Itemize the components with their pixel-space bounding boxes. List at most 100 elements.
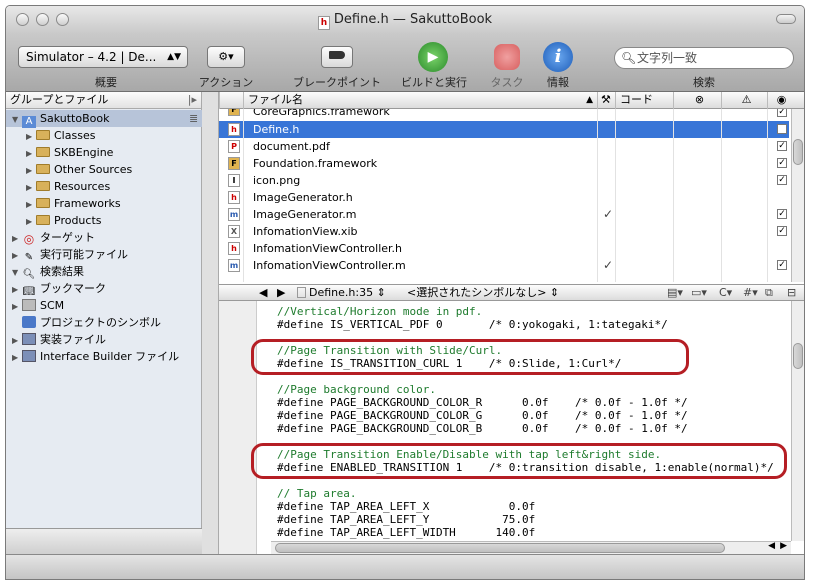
counterpart-menu-icon[interactable]: C▾ [719, 285, 732, 300]
splitter[interactable] [202, 92, 219, 554]
sidebar-item-label: ブックマーク [40, 282, 106, 295]
column-build[interactable]: ⚒ [597, 92, 615, 109]
file-row[interactable]: F Foundation.framework ✓ [219, 155, 789, 172]
tasks-label: タスク [490, 76, 524, 89]
symbol-popup[interactable]: <選択されたシンボルなし> ⇕ [407, 285, 559, 300]
tasks-stop-button[interactable] [494, 44, 520, 70]
sidebar-item-bookmarks[interactable]: ▶ 📖︎ ブックマーク [12, 280, 106, 297]
file-row[interactable]: X InfomationView.xib ✓ [219, 223, 789, 240]
sidebar-item-label: 検索結果 [40, 265, 84, 278]
sidebar-item-project[interactable]: ▼ A SakuttoBook ≣ [6, 110, 202, 128]
sidebar-item-interface-builder-files[interactable]: ▶ Interface Builder ファイル [12, 348, 179, 365]
target-checkbox[interactable]: ✓ [777, 158, 787, 168]
sidebar-item-executables[interactable]: ▶ ✎ 実行可能ファイル [12, 246, 128, 263]
column-errors[interactable]: ⊗ [673, 92, 721, 109]
sidebar-item-resources[interactable]: ▶ Resources [26, 178, 110, 195]
sidebar-item-other-sources[interactable]: ▶ Other Sources [26, 161, 132, 178]
action-button[interactable]: ⚙▾ [207, 46, 245, 68]
smart-group-icon [22, 350, 36, 362]
column-divider [597, 109, 598, 282]
sidebar-item-skbengine[interactable]: ▶ SKBEngine [26, 144, 113, 161]
header-file-icon [297, 287, 306, 298]
sidebar-item-label: 実装ファイル [40, 333, 106, 346]
code-line: #define IS_VERTICAL_PDF 0 /* 0:yokogaki,… [277, 318, 668, 331]
sidebar-item-scm[interactable]: ▶ SCM [12, 297, 64, 314]
file-name: ImageGenerator.m [253, 208, 357, 221]
file-row[interactable]: Iicon.png ✓ [219, 172, 789, 189]
bookmarks-menu-icon[interactable]: ▤▾ [667, 285, 683, 300]
sidebar-item-classes[interactable]: ▶ Classes [26, 127, 95, 144]
column-target[interactable]: ◉ [767, 92, 791, 109]
split-editor-icon[interactable]: ⧉ [765, 285, 773, 300]
list-icon: ≣ [189, 112, 199, 125]
breakpoint-arrow-icon [329, 51, 345, 59]
sidebar-item-label: Classes [54, 129, 96, 142]
folder-icon [36, 164, 50, 174]
scroll-right-icon[interactable]: ▶ [780, 541, 787, 551]
search-placeholder: 文字列一致 [637, 51, 698, 65]
sort-ascending-icon: ▲ [586, 95, 593, 105]
sidebar-item-label: Products [54, 214, 102, 227]
editor-vertical-scrollbar[interactable] [791, 301, 804, 541]
sidebar-item-find-results[interactable]: ▼ 🔍︎ 検索結果 [12, 263, 84, 280]
file-row[interactable]: Pdocument.pdf ✓ [219, 138, 789, 155]
sidebar-item-products[interactable]: ▶ Products [26, 212, 102, 229]
file-name: InfomationView.xib [253, 225, 358, 238]
breakpoints-menu-icon[interactable]: ▭▾ [691, 285, 707, 300]
sidebar-item-implementation-files[interactable]: ▶ 実装ファイル [12, 331, 106, 348]
back-arrow-icon[interactable]: ◀ [259, 285, 267, 300]
scroll-thumb[interactable] [793, 343, 803, 369]
info-button[interactable]: i [543, 42, 573, 72]
split-handle-icon[interactable]: |▸ [188, 92, 197, 108]
sidebar-item-label: Frameworks [54, 197, 121, 210]
code-editor[interactable]: //Vertical/Horizon mode in pdf. #define … [219, 301, 804, 554]
target-checkbox[interactable]: ✓ [777, 209, 787, 219]
forward-arrow-icon[interactable]: ▶ [277, 285, 285, 300]
disclosure-closed-icon: ▶ [26, 183, 33, 192]
disclosure-closed-icon: ▶ [12, 234, 19, 243]
scheme-popup[interactable]: Simulator – 4.2 | De... ▲▼ [18, 46, 188, 68]
file-row[interactable]: F CoreGraphics.framework ✓ [219, 109, 789, 121]
target-checkbox[interactable]: ✓ [777, 109, 787, 117]
file-name: CoreGraphics.framework [253, 109, 390, 118]
file-row[interactable]: h ImageGenerator.h [219, 189, 789, 206]
target-checkbox[interactable]: ✓ [777, 175, 787, 185]
include-menu[interactable]: #▾ [743, 285, 758, 300]
file-row[interactable]: m InfomationViewController.m ✓ ✓ [219, 257, 789, 274]
scroll-thumb[interactable] [793, 139, 803, 165]
sidebar-item-frameworks[interactable]: ▶ Frameworks [26, 195, 121, 212]
column-filename[interactable]: ファイル名 ▲ [243, 92, 597, 109]
toolbar-toggle-button[interactable] [776, 14, 796, 24]
target-checkbox[interactable]: ✓ [777, 260, 787, 270]
target-checkbox[interactable] [777, 124, 787, 134]
disclosure-closed-icon: ▶ [26, 132, 33, 141]
code-line: #define PAGE_BACKGROUND_COLOR_G 0.0f /* … [277, 409, 688, 422]
scroll-thumb[interactable] [275, 543, 725, 553]
file-row[interactable]: h InfomationViewController.h [219, 240, 789, 257]
lock-icon[interactable]: ⊟ [787, 285, 796, 300]
scroll-left-icon[interactable]: ◀ [768, 541, 775, 551]
file-list-scrollbar[interactable] [791, 109, 804, 282]
editor-gutter[interactable] [219, 301, 257, 554]
editor-horizontal-scrollbar[interactable]: ◀ ▶ [271, 541, 791, 554]
column-icon[interactable] [219, 92, 243, 109]
breakpoints-button[interactable] [321, 46, 353, 68]
sidebar-item-targets[interactable]: ▶ ◎ ターゲット [12, 229, 95, 246]
breakpoints-label: ブレークポイント [293, 76, 381, 89]
target-checkbox[interactable]: ✓ [777, 226, 787, 236]
folder-icon [36, 215, 50, 225]
column-code[interactable]: コード [615, 92, 673, 109]
build-and-run-label: ビルドと実行 [401, 76, 467, 89]
sidebar-item-project-symbols[interactable]: プロジェクトのシンボル [22, 314, 161, 331]
groups-and-files-sidebar: グループとファイル |▸ ▼ A SakuttoBook ≣ ▶ Classes ▶ SKB… [6, 92, 202, 554]
sidebar-item-label: Interface Builder ファイル [40, 350, 180, 363]
column-warnings[interactable]: ⚠ [721, 92, 767, 109]
target-checkbox[interactable]: ✓ [777, 141, 787, 151]
xib-file-icon: X [228, 225, 240, 238]
build-and-run-button[interactable]: ▶ [418, 42, 448, 72]
search-field[interactable]: 🔍︎ 文字列一致 [614, 47, 794, 69]
file-row[interactable]: m ImageGenerator.m ✓ ✓ [219, 206, 789, 223]
file-row-selected[interactable]: h Define.h [219, 121, 789, 138]
file-popup[interactable]: Define.h:35 ⇕ [297, 285, 386, 300]
header-file-icon: h [228, 191, 240, 204]
